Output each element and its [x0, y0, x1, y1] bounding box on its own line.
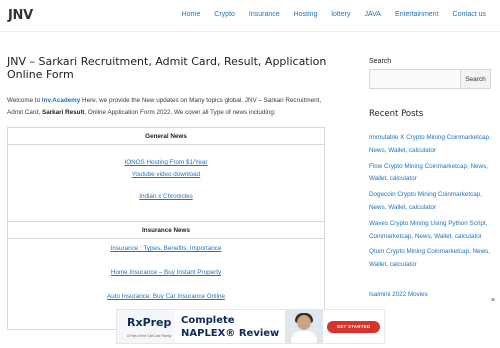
section-general-news: IONOS Hosting From $1/Year Youtube video…: [8, 145, 324, 222]
recent-posts-title: Recent Posts: [369, 109, 424, 119]
nav-contact-us[interactable]: Contact us: [453, 11, 486, 18]
intro-bold: Sarkari Result: [42, 109, 85, 116]
nav-java[interactable]: JAVA: [364, 11, 380, 18]
ad-logo: RxPrep: [127, 316, 172, 329]
search-button[interactable]: Search: [461, 69, 491, 89]
search-label: Search: [369, 58, 392, 65]
recent-post-immutable-x[interactable]: Immutable X Crypto Mining Coinmarketcap,…: [369, 132, 495, 158]
sidebar: Search Search Recent Posts Immutable X C…: [369, 58, 495, 298]
nav-lottery[interactable]: lottery: [331, 11, 350, 18]
article-title: JNV – Sarkari Recruitment, Admit Card, R…: [7, 55, 327, 81]
ad-headline-line2: NAPLEX® Review: [181, 328, 280, 339]
recent-post-dogecoin[interactable]: Dogecoin Crypto Mining Coinmarketcap, Ne…: [369, 189, 495, 215]
article: JNV – Sarkari Recruitment, Admit Card, R…: [7, 55, 332, 330]
main-nav: Home Crypto Insurance Hosting lottery JA…: [168, 11, 486, 18]
link-youtube-video-download[interactable]: Youtube video download: [8, 171, 324, 178]
search-form: Search: [369, 69, 491, 89]
nav-crypto[interactable]: Crypto: [214, 11, 235, 18]
article-intro: Welcome to Inv.Academy Here, we provide …: [7, 95, 332, 119]
ad-person-image: [285, 310, 323, 343]
recent-post-flow[interactable]: Flow Crypto Mining Coinmarketcap, News, …: [369, 161, 495, 187]
ad-banner[interactable]: RxPrep A Part of the ClinCalc Family Com…: [116, 309, 385, 344]
close-ad-icon[interactable]: ×: [491, 297, 495, 304]
ad-logo-panel: RxPrep A Part of the ClinCalc Family: [117, 310, 175, 343]
recent-post-qtum[interactable]: Qtum Crypto Mining Coinmarketcap, News, …: [369, 246, 495, 272]
nav-insurance[interactable]: Insurance: [249, 11, 280, 18]
recent-post-waves[interactable]: Waves Crypto Mining Using Python Script,…: [369, 218, 495, 244]
recent-post-isaimini[interactable]: Isaimini 2022 Movies: [369, 291, 428, 298]
intro-site-link[interactable]: Inv.Academy: [42, 97, 80, 104]
intro-prefix: Welcome to: [7, 97, 42, 104]
ad-headline-line1: Complete: [181, 315, 235, 326]
ad-logo-subtitle: A Part of the ClinCalc Family: [127, 334, 172, 338]
news-table: General News IONOS Hosting From $1/Year …: [7, 127, 325, 330]
link-home-insurance[interactable]: Home Insurance – Buy Instant Property: [8, 269, 324, 276]
search-input[interactable]: [369, 69, 461, 89]
intro-suffix: , Online Application Form 2022. We cover…: [84, 109, 276, 116]
section-heading-general-news: General News: [8, 128, 324, 145]
link-auto-insurance[interactable]: Auto Insurance: Buy Car Insurance Online: [8, 293, 324, 300]
recent-posts-list: Immutable X Crypto Mining Coinmarketcap,…: [369, 132, 495, 272]
site-header: JNV Home Crypto Insurance Hosting lotter…: [0, 0, 500, 32]
link-ionos-hosting[interactable]: IONOS Hosting From $1/Year: [8, 159, 324, 166]
ad-person-head: [297, 315, 311, 330]
nav-entertainment[interactable]: Entertainment: [395, 11, 439, 18]
ad-get-started-button[interactable]: GET STARTED: [327, 321, 380, 333]
nav-home[interactable]: Home: [182, 11, 201, 18]
link-indian-x-chronicles[interactable]: Indian x Chronicles: [8, 193, 324, 200]
link-insurance-types[interactable]: Insurance : Types, Benefits, Importance: [8, 245, 324, 252]
section-heading-insurance-news: Insurance News: [8, 222, 324, 239]
ad-person-body: [291, 331, 317, 343]
nav-hosting[interactable]: Hosting: [294, 11, 318, 18]
site-logo[interactable]: JNV: [8, 8, 33, 23]
